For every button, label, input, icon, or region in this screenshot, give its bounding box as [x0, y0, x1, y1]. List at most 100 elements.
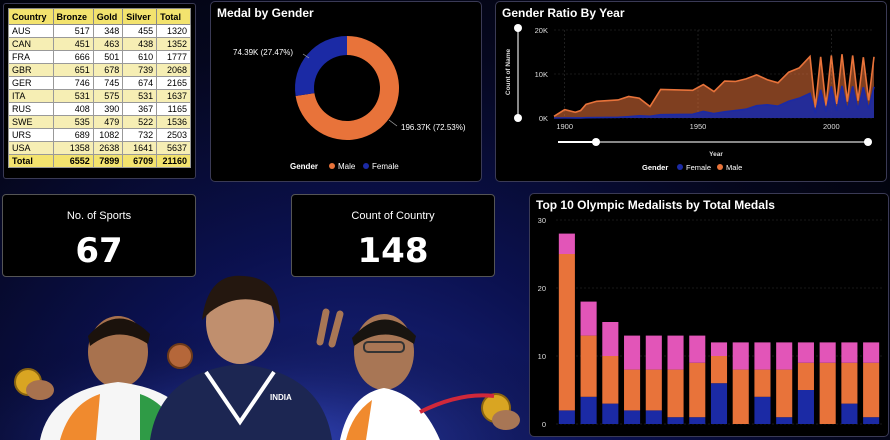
medalist-bar-segment[interactable] — [863, 362, 880, 418]
medalist-bar-segment[interactable] — [667, 417, 684, 424]
table-cell: 390 — [92, 102, 124, 116]
female-data-label: 74.39K (27.47%) — [233, 48, 293, 57]
medalist-bar-segment[interactable] — [819, 362, 836, 424]
table-header-country[interactable]: Country — [8, 8, 54, 25]
table-cell: 2165 — [156, 76, 191, 90]
medalist-bar-segment[interactable] — [602, 322, 619, 356]
medalist-bar-segment[interactable] — [558, 254, 575, 411]
medalist-bar-segment[interactable] — [645, 410, 662, 424]
ratio-ylabel: Count of Name — [505, 49, 512, 96]
medalist-bar-segment[interactable] — [558, 410, 575, 424]
table-cell: GER — [8, 76, 54, 90]
medalist-bar-segment[interactable] — [580, 396, 597, 424]
table-row[interactable]: GBR 651 678 739 2068 — [8, 63, 191, 77]
medalist-bar-segment[interactable] — [689, 417, 706, 424]
medalist-bar-segment[interactable] — [841, 362, 858, 404]
medalist-bar-segment[interactable] — [667, 369, 684, 418]
medalist-bar-segment[interactable] — [863, 342, 880, 363]
table-cell: 408 — [52, 102, 94, 116]
medalist-bar-segment[interactable] — [689, 362, 706, 418]
ratio-legend-marker-female — [677, 164, 683, 170]
table-row[interactable]: AUS 517 348 455 1320 — [8, 24, 191, 38]
x-range-slider-left-handle[interactable] — [592, 138, 600, 146]
medalist-bar-segment[interactable] — [602, 356, 619, 404]
table-total-cell: Total — [8, 154, 54, 168]
table-cell: GBR — [8, 63, 54, 77]
table-row[interactable]: RUS 408 390 367 1165 — [8, 102, 191, 116]
ratio-legend-label-female[interactable]: Female — [686, 163, 711, 172]
top-medalists-stacked-bar-chart: 30 20 10 0 — [538, 216, 882, 429]
table-cell: 651 — [52, 63, 94, 77]
medalist-bar-segment[interactable] — [754, 396, 771, 424]
legend-label-female[interactable]: Female — [372, 162, 399, 171]
table-total-cell: 6709 — [122, 154, 158, 168]
medalist-bar-segment[interactable] — [580, 301, 597, 336]
top-medalists-panel: Top 10 Olympic Medalists by Total Medals… — [529, 193, 889, 437]
table-cell: 1777 — [156, 50, 191, 64]
medalist-bar-segment[interactable] — [776, 417, 793, 424]
table-cell: 348 — [92, 24, 124, 38]
table-header-gold[interactable]: Gold — [92, 8, 124, 25]
medalist-bar-segment[interactable] — [841, 342, 858, 363]
country-kpi-card: Count of Country 148 — [291, 194, 495, 277]
medalist-bar-segment[interactable] — [797, 342, 814, 363]
medalist-bar-segment[interactable] — [710, 356, 728, 384]
male-data-label: 196.37K (72.53%) — [401, 123, 466, 132]
table-row[interactable]: SWE 535 479 522 1536 — [8, 115, 191, 129]
medalist-bar-segment[interactable] — [776, 369, 793, 418]
table-header-bronze[interactable]: Bronze — [52, 8, 94, 25]
medal-by-gender-panel: Medal by Gender 74.39K (27.47%) 196.37K (… — [210, 1, 482, 182]
medalist-bar-segment[interactable] — [710, 383, 728, 424]
table-header-silver[interactable]: Silver — [122, 8, 158, 25]
table-total-cell: 21160 — [156, 154, 191, 168]
table-row[interactable]: USA 1358 2638 1641 5637 — [8, 141, 191, 155]
table-cell: 678 — [92, 63, 124, 77]
ratio-ytick-label: 0K — [539, 114, 548, 123]
medalist-bar-segment[interactable] — [863, 417, 880, 424]
ratio-xlabel: Year — [709, 151, 723, 158]
table-cell: 451 — [52, 37, 94, 51]
table-cell: 463 — [92, 37, 124, 51]
medalist-bar-segment[interactable] — [602, 403, 619, 424]
x-range-slider-right-handle[interactable] — [864, 138, 872, 146]
table-row[interactable]: FRA 666 501 610 1777 — [8, 50, 191, 64]
table-row[interactable]: CAN 451 463 438 1352 — [8, 37, 191, 51]
medalist-bar-segment[interactable] — [624, 369, 641, 411]
y-range-slider-bottom-handle[interactable] — [514, 114, 522, 122]
medalist-bar-segment[interactable] — [732, 342, 749, 370]
medalist-bar-segment[interactable] — [645, 335, 662, 370]
medalist-bar-segment[interactable] — [841, 403, 858, 424]
medalist-bar-segment[interactable] — [580, 335, 597, 397]
medalist-bar-segment[interactable] — [624, 410, 641, 424]
table-cell: 1082 — [92, 128, 124, 142]
table-header-total[interactable]: Total — [156, 8, 191, 25]
table-row[interactable]: GER 746 745 674 2165 — [8, 76, 191, 90]
top-ytick-label: 0 — [542, 420, 546, 429]
medalist-bar-segment[interactable] — [667, 335, 684, 370]
medalist-bar-segment[interactable] — [776, 342, 793, 370]
medalist-bar-segment[interactable] — [558, 233, 575, 254]
table-cell: CAN — [8, 37, 54, 51]
medalist-bar-segment[interactable] — [819, 342, 836, 363]
table-cell: 666 — [52, 50, 94, 64]
legend-label-male[interactable]: Male — [338, 162, 356, 171]
medalist-bar-segment[interactable] — [754, 342, 771, 370]
medalist-bar-segment[interactable] — [645, 369, 662, 411]
medalist-bar-segment[interactable] — [797, 390, 814, 424]
medalist-bar-segment[interactable] — [732, 369, 749, 424]
table-row[interactable]: ITA 531 575 531 1637 — [8, 89, 191, 103]
table-row[interactable]: URS 689 1082 732 2503 — [8, 128, 191, 142]
legend-marker-male — [329, 163, 335, 169]
medalist-bar-segment[interactable] — [754, 369, 771, 397]
y-range-slider-top-handle[interactable] — [514, 24, 522, 32]
donut-slice-female[interactable] — [295, 36, 347, 97]
medalist-bar-segment[interactable] — [624, 335, 641, 370]
table-cell: 535 — [52, 115, 94, 129]
medalist-bar-segment[interactable] — [797, 362, 814, 390]
table-cell: 575 — [92, 89, 124, 103]
medalist-bar-segment[interactable] — [689, 335, 706, 363]
table-cell: 1637 — [156, 89, 191, 103]
gender-ratio-area-chart: 20K 10K 0K 1900 1950 2000 Count of Name Year Gen… — [505, 24, 875, 172]
ratio-legend-label-male[interactable]: Male — [726, 163, 742, 172]
medalist-bar-segment[interactable] — [710, 342, 728, 356]
